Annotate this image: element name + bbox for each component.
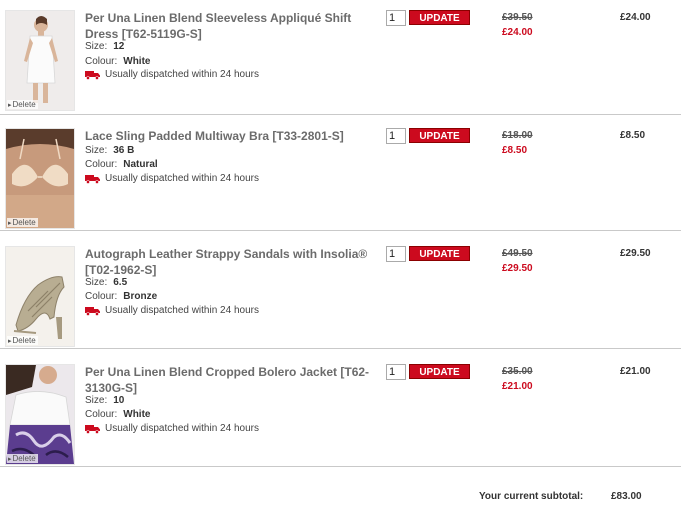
update-button[interactable]: UPDATE (409, 128, 470, 143)
colour-label: Colour: (85, 409, 118, 420)
was-price: £49.50 (502, 248, 533, 259)
item-divider (0, 466, 681, 467)
delivery-truck-icon (85, 306, 100, 316)
basket-item: ▸Delete Per Una Linen Blend Sleeveless A… (0, 0, 681, 118)
delete-label: Delete (12, 218, 36, 227)
item-divider (0, 114, 681, 115)
update-button[interactable]: UPDATE (409, 246, 470, 261)
line-total: £21.00 (620, 366, 651, 377)
was-price: £39.50 (502, 12, 533, 23)
colour-value: Natural (123, 159, 158, 170)
basket-item: ▸Delete Lace Sling Padded Multiway Bra [… (0, 118, 681, 236)
size-value: 12 (113, 41, 125, 52)
product-title[interactable]: Autograph Leather Strappy Sandals with I… (85, 246, 375, 278)
size-label: Size: (85, 145, 108, 156)
now-price: £24.00 (502, 27, 533, 38)
dispatch-text: Usually dispatched within 24 hours (105, 69, 259, 80)
size-row: Size: 10 (85, 395, 124, 406)
arrow-right-icon: ▸ (8, 220, 12, 227)
line-total: £24.00 (620, 12, 651, 23)
colour-value: Bronze (123, 291, 158, 302)
colour-row: Colour: Bronze (85, 291, 157, 302)
now-price: £8.50 (502, 145, 528, 156)
was-price: £18.00 (502, 130, 533, 141)
size-row: Size: 36 B (85, 145, 134, 156)
product-title[interactable]: Per Una Linen Blend Cropped Bolero Jacke… (85, 364, 375, 396)
colour-label: Colour: (85, 159, 118, 170)
delivery-truck-icon (85, 424, 100, 434)
basket-item: ▸Delete Autograph Leather Strappy Sandal… (0, 236, 681, 354)
delete-label: Delete (12, 100, 36, 109)
colour-row: Colour: White (85, 409, 150, 420)
product-image-sandals[interactable]: ▸Delete (5, 246, 75, 347)
delete-link[interactable]: ▸Delete (7, 218, 38, 227)
size-row: Size: 12 (85, 41, 124, 52)
delete-label: Delete (12, 336, 36, 345)
size-label: Size: (85, 277, 108, 288)
colour-row: Colour: Natural (85, 159, 158, 170)
now-price: £29.50 (502, 263, 533, 274)
update-button[interactable]: UPDATE (409, 10, 470, 25)
delivery-truck-icon (85, 70, 100, 80)
product-image-dress[interactable]: ▸Delete (5, 10, 75, 111)
colour-value: White (123, 409, 151, 420)
product-title[interactable]: Lace Sling Padded Multiway Bra [T33-2801… (85, 128, 375, 144)
arrow-right-icon: ▸ (8, 102, 12, 109)
size-row: Size: 6.5 (85, 277, 127, 288)
delivery-truck-icon (85, 174, 100, 184)
arrow-right-icon: ▸ (8, 456, 12, 463)
colour-label: Colour: (85, 56, 118, 67)
sandals-image (6, 247, 74, 346)
delete-link[interactable]: ▸Delete (7, 454, 38, 463)
dispatch-note: Usually dispatched within 24 hours (85, 423, 259, 434)
delete-link[interactable]: ▸Delete (7, 100, 38, 109)
dispatch-text: Usually dispatched within 24 hours (105, 305, 259, 316)
dress-image (6, 11, 74, 110)
now-price: £21.00 (502, 381, 533, 392)
was-price: £35.00 (502, 366, 533, 377)
product-image-bra[interactable]: ▸Delete (5, 128, 75, 229)
item-divider (0, 348, 681, 349)
dispatch-text: Usually dispatched within 24 hours (105, 173, 259, 184)
size-value: 10 (113, 395, 125, 406)
size-value: 36 B (113, 145, 135, 156)
update-button[interactable]: UPDATE (409, 364, 470, 379)
product-image-jacket[interactable]: ▸Delete (5, 364, 75, 465)
product-title[interactable]: Per Una Linen Blend Sleeveless Appliqué … (85, 10, 375, 42)
bra-image (6, 129, 74, 228)
basket-item: ▸Delete Per Una Linen Blend Cropped Bole… (0, 354, 681, 472)
subtotal-label: Your current subtotal: (479, 491, 584, 502)
subtotal-amount: £83.00 (611, 491, 642, 502)
arrow-right-icon: ▸ (8, 338, 12, 345)
colour-row: Colour: White (85, 56, 150, 67)
size-label: Size: (85, 395, 108, 406)
colour-value: White (123, 56, 151, 67)
size-label: Size: (85, 41, 108, 52)
jacket-image (6, 365, 74, 464)
line-total: £8.50 (620, 130, 646, 141)
dispatch-text: Usually dispatched within 24 hours (105, 423, 259, 434)
item-divider (0, 230, 681, 231)
line-total: £29.50 (620, 248, 651, 259)
quantity-input[interactable] (386, 246, 406, 262)
dispatch-note: Usually dispatched within 24 hours (85, 305, 259, 316)
quantity-input[interactable] (386, 364, 406, 380)
colour-label: Colour: (85, 291, 118, 302)
size-value: 6.5 (113, 277, 128, 288)
dispatch-note: Usually dispatched within 24 hours (85, 173, 259, 184)
quantity-input[interactable] (386, 10, 406, 26)
delete-label: Delete (12, 454, 36, 463)
quantity-input[interactable] (386, 128, 406, 144)
dispatch-note: Usually dispatched within 24 hours (85, 69, 259, 80)
delete-link[interactable]: ▸Delete (7, 336, 38, 345)
